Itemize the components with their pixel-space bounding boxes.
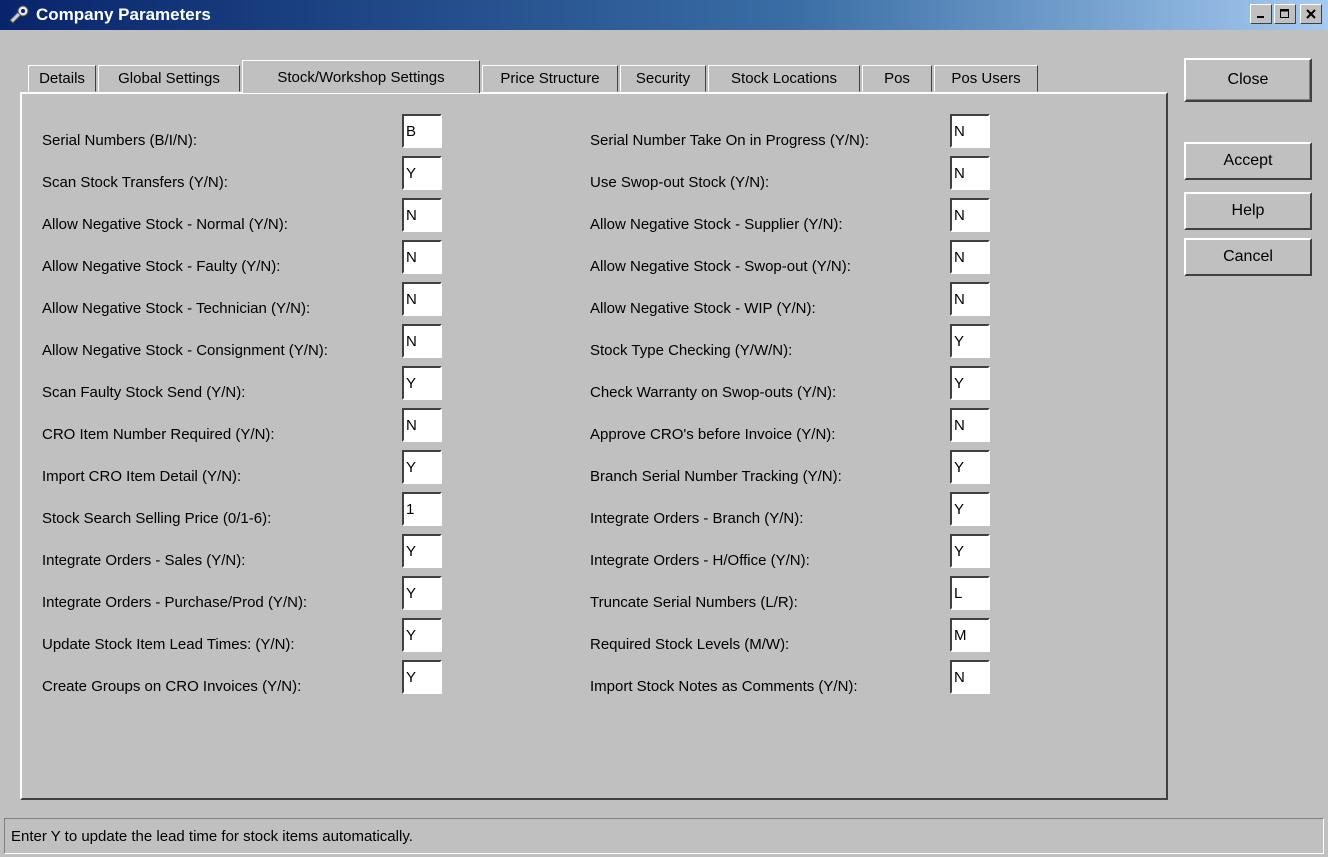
scan-faulty-stock-field[interactable] — [402, 366, 442, 400]
tab-details[interactable]: Details — [28, 65, 96, 92]
neg-stock-wip-field[interactable] — [950, 282, 990, 316]
cancel-button[interactable]: Cancel — [1184, 238, 1312, 276]
tab-stock-workshop-settings[interactable]: Stock/Workshop Settings — [242, 60, 480, 93]
field-label: Required Stock Levels (M/W): — [590, 636, 790, 653]
close-window-button[interactable] — [1300, 4, 1322, 24]
neg-stock-faulty-field[interactable] — [402, 240, 442, 274]
tab-label: Pos — [884, 70, 910, 87]
field-label: Check Warranty on Swop-outs (Y/N): — [590, 384, 837, 401]
field-label: Allow Negative Stock - Consignment (Y/N)… — [42, 342, 328, 359]
close-button[interactable]: Close — [1184, 58, 1312, 102]
field-label: Scan Stock Transfers (Y/N): — [42, 174, 228, 191]
field-label: Allow Negative Stock - Normal (Y/N): — [42, 216, 288, 233]
maximize-button[interactable] — [1274, 4, 1296, 24]
field-label: Stock Type Checking (Y/W/N): — [590, 342, 793, 359]
scan-stock-transfers-field[interactable] — [402, 156, 442, 190]
maximize-icon — [1280, 9, 1289, 18]
field-label: Integrate Orders - Purchase/Prod (Y/N): — [42, 594, 308, 611]
field-label: Create Groups on CRO Invoices (Y/N): — [42, 678, 302, 695]
button-label: Cancel — [1223, 248, 1273, 265]
title-bar[interactable]: Company Parameters — [0, 0, 1328, 30]
field-label: Import Stock Notes as Comments (Y/N): — [590, 678, 858, 695]
status-text: Enter Y to update the lead time for stoc… — [11, 827, 413, 845]
tab-label: Stock/Workshop Settings — [277, 68, 445, 86]
tab-stock-locations[interactable]: Stock Locations — [708, 65, 860, 92]
required-stock-levels-field[interactable] — [950, 618, 990, 652]
serial-take-on-field[interactable] — [950, 114, 990, 148]
import-cro-detail-field[interactable] — [402, 450, 442, 484]
field-label: Allow Negative Stock - Faulty (Y/N): — [42, 258, 281, 275]
field-label: Approve CRO's before Invoice (Y/N): — [590, 426, 836, 443]
stock-type-checking-field[interactable] — [950, 324, 990, 358]
import-stock-notes-field[interactable] — [950, 660, 990, 694]
close-icon — [1306, 9, 1316, 19]
integrate-orders-purchase-field[interactable] — [402, 576, 442, 610]
tab-label: Stock Locations — [731, 70, 837, 87]
serial-numbers-field[interactable] — [402, 114, 442, 148]
field-label: Import CRO Item Detail (Y/N): — [42, 468, 242, 485]
help-button[interactable]: Help — [1184, 192, 1312, 230]
use-swop-out-field[interactable] — [950, 156, 990, 190]
approve-cro-field[interactable] — [950, 408, 990, 442]
integrate-orders-hoffice-field[interactable] — [950, 534, 990, 568]
field-label: Integrate Orders - Branch (Y/N): — [590, 510, 804, 527]
field-label: Integrate Orders - Sales (Y/N): — [42, 552, 246, 569]
button-label: Close — [1227, 71, 1269, 88]
integrate-orders-branch-field[interactable] — [950, 492, 990, 526]
minimize-icon — [1257, 16, 1264, 18]
tab-pos-users[interactable]: Pos Users — [934, 65, 1038, 92]
button-label: Accept — [1223, 152, 1273, 169]
create-groups-cro-field[interactable] — [402, 660, 442, 694]
field-label: Truncate Serial Numbers (L/R): — [590, 594, 798, 611]
field-label: Scan Faulty Stock Send (Y/N): — [42, 384, 246, 401]
field-label: Integrate Orders - H/Office (Y/N): — [590, 552, 810, 569]
neg-stock-swop-out-field[interactable] — [950, 240, 990, 274]
branch-serial-tracking-field[interactable] — [950, 450, 990, 484]
field-label: Serial Numbers (B/I/N): — [42, 132, 198, 149]
field-label: Allow Negative Stock - Technician (Y/N): — [42, 300, 311, 317]
tab-price-structure[interactable]: Price Structure — [482, 65, 618, 92]
status-bar: Enter Y to update the lead time for stoc… — [4, 818, 1324, 854]
settings-panel: Serial Numbers (B/I/N): Scan Stock Trans… — [20, 92, 1168, 800]
field-label: Branch Serial Number Tracking (Y/N): — [590, 468, 842, 485]
field-label: Allow Negative Stock - Swop-out (Y/N): — [590, 258, 851, 275]
field-label: Allow Negative Stock - WIP (Y/N): — [590, 300, 816, 317]
window-title: Company Parameters — [36, 5, 211, 24]
neg-stock-technician-field[interactable] — [402, 282, 442, 316]
field-label: Allow Negative Stock - Supplier (Y/N): — [590, 216, 843, 233]
tab-label: Pos Users — [951, 70, 1021, 87]
neg-stock-consignment-field[interactable] — [402, 324, 442, 358]
tab-pos[interactable]: Pos — [862, 65, 932, 92]
field-label: Use Swop-out Stock (Y/N): — [590, 174, 770, 191]
minimize-button[interactable] — [1250, 4, 1272, 24]
button-label: Help — [1231, 202, 1265, 219]
neg-stock-normal-field[interactable] — [402, 198, 442, 232]
truncate-serial-field[interactable] — [950, 576, 990, 610]
field-label: CRO Item Number Required (Y/N): — [42, 426, 275, 443]
wrench-icon — [6, 2, 32, 28]
tab-security[interactable]: Security — [620, 65, 706, 92]
integrate-orders-sales-field[interactable] — [402, 534, 442, 568]
check-warranty-field[interactable] — [950, 366, 990, 400]
tab-global-settings[interactable]: Global Settings — [98, 65, 240, 92]
tab-label: Price Structure — [500, 70, 600, 87]
cro-item-number-field[interactable] — [402, 408, 442, 442]
tab-label: Details — [39, 70, 85, 87]
field-label: Update Stock Item Lead Times: (Y/N): — [42, 636, 295, 653]
tab-label: Global Settings — [118, 70, 220, 87]
field-label: Serial Number Take On in Progress (Y/N): — [590, 132, 869, 149]
update-lead-times-field[interactable] — [402, 618, 442, 652]
accept-button[interactable]: Accept — [1184, 142, 1312, 180]
neg-stock-supplier-field[interactable] — [950, 198, 990, 232]
field-label: Stock Search Selling Price (0/1-6): — [42, 510, 272, 527]
tab-label: Security — [635, 70, 691, 87]
stock-search-price-field[interactable] — [402, 492, 442, 526]
